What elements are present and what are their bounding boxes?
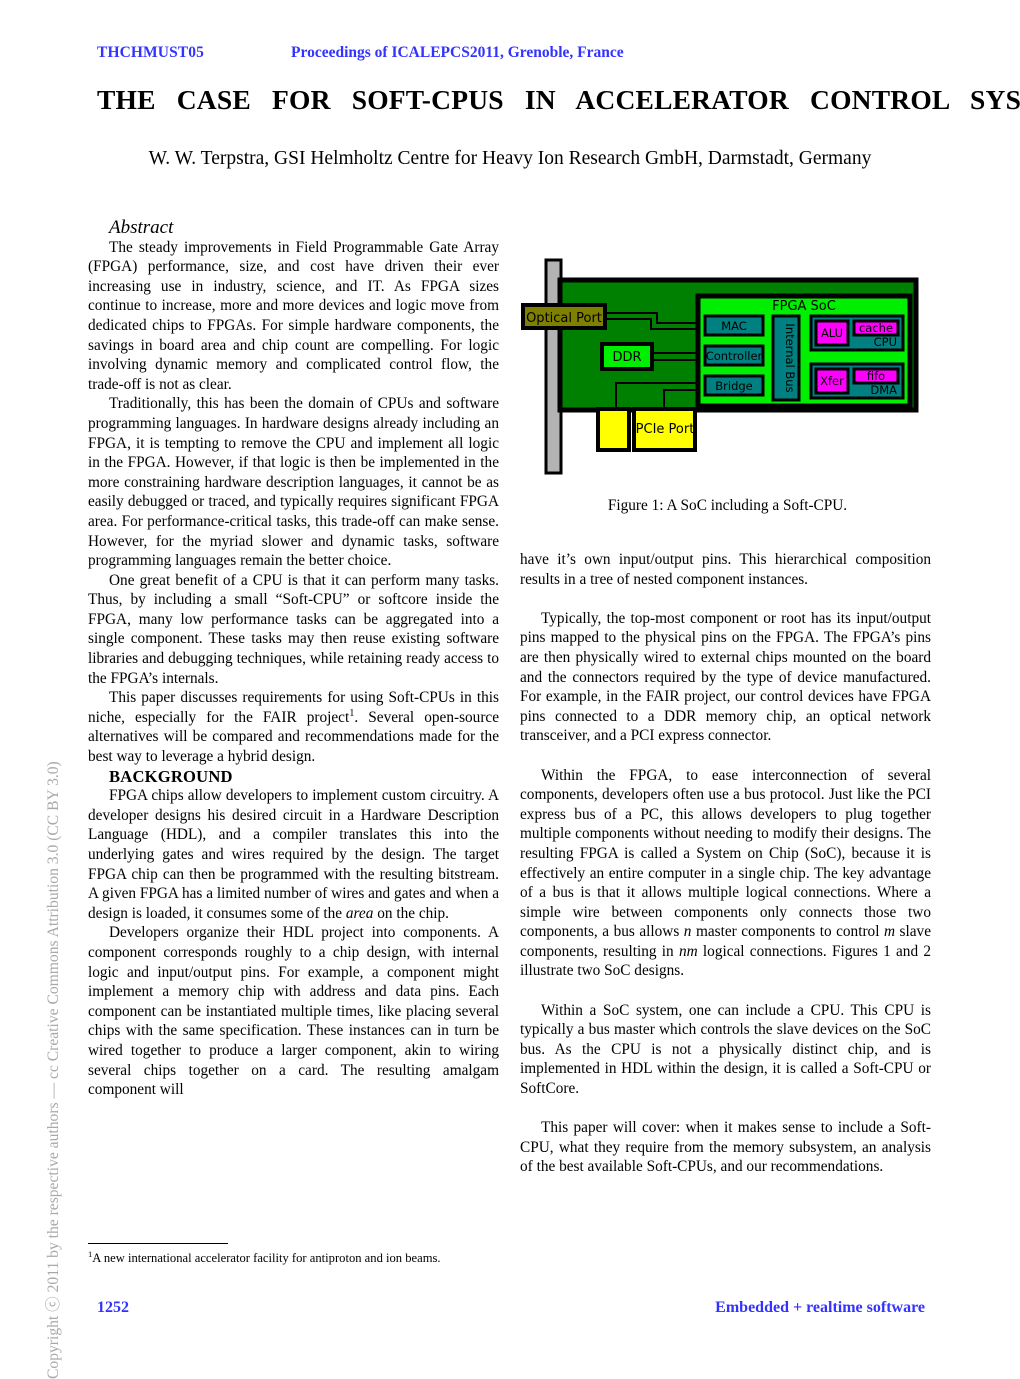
pcie-port-label: PCIe Port xyxy=(636,422,695,437)
abstract-paragraph-4: This paper discusses requirements for us… xyxy=(88,688,499,766)
right-p3-b: master components to control xyxy=(691,923,884,941)
section-heading-background: BACKGROUND xyxy=(109,766,233,786)
background-paragraph-2: Developers organize their HDL project in… xyxy=(88,924,499,1099)
internal-bus-label: Internal Bus xyxy=(783,323,797,392)
abstract-paragraph-2: Traditionally, this has been the domain … xyxy=(88,395,499,570)
dma-label: DMA xyxy=(870,383,897,397)
mac-label: MAC xyxy=(721,319,747,333)
footnote: 1A new international accelerator facilit… xyxy=(88,1250,503,1266)
footnote-text: A new international accelerator facility… xyxy=(92,1251,441,1265)
right-paragraph-1: have it’s own input/output pins. This hi… xyxy=(520,551,931,588)
right-column: have it’s own input/output pins. This hi… xyxy=(520,550,931,1177)
footer-track: Embedded + realtime software xyxy=(715,1299,925,1316)
background-p1-head: FPGA chips allow developers to implement… xyxy=(88,787,499,922)
fpga-soc-title: FPGA SoC xyxy=(772,299,836,314)
fifo-label: fifo xyxy=(867,369,885,383)
alu-label: ALU xyxy=(821,326,843,340)
header-proceedings: Proceedings of ICALEPCS2011, Grenoble, F… xyxy=(291,44,624,61)
copyright-sidebar: Copyright ⓒ 2011 by the respective autho… xyxy=(45,761,62,1379)
math-m: m xyxy=(883,923,896,941)
background-italic-area: area xyxy=(345,904,374,922)
header-paper-id: THCHMUST05 xyxy=(97,44,204,61)
page-header: THCHMUST05 Proceedings of ICALEPCS2011, … xyxy=(0,44,1020,66)
right-p3-a: Within the FPGA, to ease interconnection… xyxy=(520,766,931,941)
background-p1-tail: on the chip. xyxy=(373,904,449,922)
math-nm: nm xyxy=(678,942,698,960)
abstract-heading: Abstract xyxy=(109,217,174,238)
xfer-label: Xfer xyxy=(820,374,844,388)
soc-block-diagram: FPGA SoC MAC Controller Bridge Internal … xyxy=(521,258,919,475)
figure-caption: Figure 1: A SoC including a Soft-CPU. xyxy=(607,497,848,514)
page-title: THE CASE FOR SOFT-CPUS IN ACCELERATOR CO… xyxy=(97,84,1020,115)
cpu-label: CPU xyxy=(874,335,897,349)
background-paragraph-1: FPGA chips allow developers to implement… xyxy=(88,786,499,923)
right-paragraph-5: This paper will cover: when it makes sen… xyxy=(520,1119,931,1176)
pcie-finger-block xyxy=(596,407,631,452)
right-paragraph-3: Within the FPGA, to ease interconnection… xyxy=(520,766,931,982)
controller-label: Controller xyxy=(706,349,763,363)
right-paragraph-4: Within a SoC system, one can include a C… xyxy=(520,1001,931,1098)
optical-port-label: Optical Port xyxy=(526,311,602,326)
ddr-label: DDR xyxy=(612,350,641,365)
abstract-paragraph-1: The steady improvements in Field Program… xyxy=(88,238,499,393)
left-column: Abstract The steady improvements in Fiel… xyxy=(88,218,499,1100)
cache-label: cache xyxy=(859,321,893,335)
figure-1: FPGA SoC MAC Controller Bridge Internal … xyxy=(520,240,935,490)
right-paragraph-2: Typically, the top-most component or roo… xyxy=(520,609,931,745)
paper-authors: W. W. Terpstra, GSI Helmholtz Centre for… xyxy=(148,148,872,169)
abstract-paragraph-3: One great benefit of a CPU is that it ca… xyxy=(88,571,499,687)
footnote-rule xyxy=(88,1243,228,1244)
footer-page-number: 1252 xyxy=(97,1299,129,1316)
bridge-label: Bridge xyxy=(715,379,753,393)
